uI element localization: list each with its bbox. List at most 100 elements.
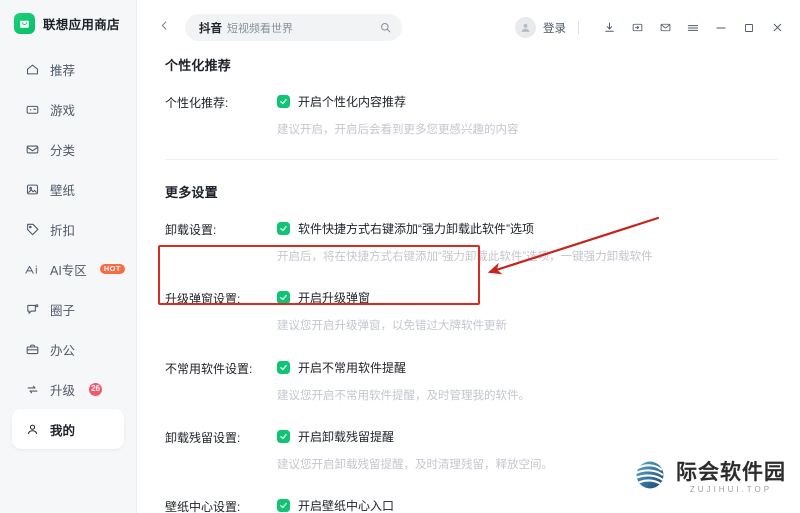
user-icon [24,421,40,437]
sidebar-item-label: 推荐 [50,63,76,78]
section-personalization: 个性化推荐 个性化推荐: 开启个性化内容推荐 建议开启，开启后会看到更多您更感兴… [165,55,800,137]
sidebar: 联想应用商店 推荐 游戏 分类 壁纸 折扣 AI专区 HOT 圈子 办公 升级 … [0,0,137,513]
tag-icon [24,221,40,237]
menu-icon[interactable] [682,17,704,39]
toolbar-divider [578,21,579,34]
settings-content: 个性化推荐 个性化推荐: 开启个性化内容推荐 建议开启，开启后会看到更多您更感兴… [137,55,800,513]
section-title: 更多设置 [165,185,218,200]
avatar[interactable] [515,17,536,38]
search-input[interactable]: 抖音 短视频看世界 [185,14,402,41]
setting-label: 卸载残留设置: [165,431,241,445]
checkbox-upgrade-popup[interactable] [277,291,290,304]
checkbox-line[interactable]: 软件快捷方式右键添加“强力卸载此软件”选项 [277,220,800,237]
download-icon[interactable] [598,17,620,39]
setting-hint: 建议开启，开启后会看到更多您更感兴趣的内容 [277,124,519,136]
sidebar-item-label: 分类 [50,143,76,158]
search-subtitle: 短视频看世界 [227,22,293,35]
home-icon [24,61,40,77]
sidebar-item-label: 我的 [50,423,76,438]
sidebar-item-office[interactable]: 办公 [12,329,124,369]
setting-body: 开启不常用软件提醒 建议您开启不常用软件提醒，及时管理我的软件。 [277,359,800,403]
checkbox-line[interactable]: 开启个性化内容推荐 [277,93,800,110]
close-icon[interactable] [766,17,788,39]
topbar: 抖音 短视频看世界 登录 [137,0,800,55]
checkbox-unused-software[interactable] [277,361,290,374]
setting-row: 壁纸中心设置: 开启壁纸中心入口 壁纸换一换，心情好一半 [165,497,800,513]
setting-label: 壁纸中心设置: [165,500,241,513]
setting-hint: 开启后，将在快捷方式右键添加“强力卸载此软件”选项，一键强力卸载软件 [277,251,653,263]
setting-hint: 建议您开启卸载残留提醒，及时清理残留，释放空间。 [277,459,553,471]
setting-label: 升级弹窗设置: [165,292,241,306]
sidebar-item-label: 圈子 [50,303,76,318]
image-icon [24,181,40,197]
section-more-settings: 更多设置 卸载设置: 软件快捷方式右键添加“强力卸载此软件”选项 开启后，将在快… [165,160,800,513]
setting-body: 开启升级弹窗 建议您开启升级弹窗，以免错过大牌软件更新 [277,289,800,333]
sidebar-item-upgrade[interactable]: 升级 26 [12,369,124,409]
sidebar-item-ai-zone[interactable]: AI专区 HOT [12,249,125,289]
refresh-icon [24,381,40,397]
sidebar-item-label: AI专区 [50,263,87,278]
checkbox-label: 开启卸载残留提醒 [298,430,395,444]
sidebar-item-category[interactable]: 分类 [12,129,124,169]
checkbox-wallpaper-center[interactable] [277,499,290,512]
sidebar-item-label: 办公 [50,343,76,358]
ai-icon [24,261,40,277]
sidebar-nav: 推荐 游戏 分类 壁纸 折扣 AI专区 HOT 圈子 办公 升级 26 我的 [0,49,136,449]
search-icon[interactable] [379,21,392,34]
setting-hint: 建议您开启升级弹窗，以免错过大牌软件更新 [277,320,507,332]
sidebar-item-circle[interactable]: 圈子 [12,289,124,329]
sidebar-item-label: 折扣 [50,223,76,238]
briefcase-icon [24,341,40,357]
chat-bubble-icon [24,301,40,317]
game-controller-icon [24,101,40,117]
topbar-right: 登录 [515,0,788,55]
sidebar-item-wallpaper[interactable]: 壁纸 [12,169,124,209]
feedback-icon[interactable] [626,17,648,39]
sidebar-item-label: 游戏 [50,103,76,118]
search-term: 抖音 [199,22,222,35]
section-title: 个性化推荐 [165,58,232,73]
setting-row-upgrade-popup: 升级弹窗设置: 开启升级弹窗 建议您开启升级弹窗，以免错过大牌软件更新 [165,289,800,333]
setting-label: 个性化推荐: [165,96,229,110]
maximize-icon[interactable] [738,17,760,39]
checkbox-line[interactable]: 开启不常用软件提醒 [277,359,800,376]
setting-label: 不常用软件设置: [165,362,253,376]
sidebar-item-label: 升级 [50,383,76,398]
sidebar-item-recommend[interactable]: 推荐 [12,49,124,89]
minimize-icon[interactable] [710,17,732,39]
checkbox-line[interactable]: 开启卸载残留提醒 [277,428,800,445]
brand: 联想应用商店 [0,0,136,34]
chevron-left-icon [158,19,171,37]
sidebar-item-discount[interactable]: 折扣 [12,209,124,249]
checkbox-uninstall-setting[interactable] [277,222,290,235]
setting-row: 卸载设置: 软件快捷方式右键添加“强力卸载此软件”选项 开启后，将在快捷方式右键… [165,220,800,264]
hot-badge: HOT [99,263,125,275]
sidebar-item-label: 壁纸 [50,183,76,198]
sidebar-item-mine[interactable]: 我的 [12,409,124,449]
checkbox-uninstall-residue[interactable] [277,430,290,443]
setting-row: 卸载残留设置: 开启卸载残留提醒 建议您开启卸载残留提醒，及时清理残留，释放空间… [165,428,800,472]
checkbox-label: 开启升级弹窗 [298,291,371,305]
setting-label: 卸载设置: [165,223,217,237]
category-icon [24,141,40,157]
checkbox-label: 开启不常用软件提醒 [298,361,407,375]
setting-row: 不常用软件设置: 开启不常用软件提醒 建议您开启不常用软件提醒，及时管理我的软件… [165,359,800,403]
login-button[interactable]: 登录 [543,20,566,36]
checkbox-label: 开启个性化内容推荐 [298,95,407,109]
checkbox-line[interactable]: 开启升级弹窗 [277,289,800,306]
setting-body: 软件快捷方式右键添加“强力卸载此软件”选项 开启后，将在快捷方式右键添加“强力卸… [277,220,800,264]
setting-body: 开启个性化内容推荐 建议开启，开启后会看到更多您更感兴趣的内容 [277,93,800,137]
setting-hint: 建议您开启不常用软件提醒，及时管理我的软件。 [277,390,530,402]
sidebar-item-games[interactable]: 游戏 [12,89,124,129]
setting-row: 个性化推荐: 开启个性化内容推荐 建议开启，开启后会看到更多您更感兴趣的内容 [165,93,800,137]
checkbox-label: 软件快捷方式右键添加“强力卸载此软件”选项 [298,222,534,236]
checkbox-label: 开启壁纸中心入口 [298,499,395,513]
checkbox-line[interactable]: 开启壁纸中心入口 [277,497,800,513]
back-button[interactable] [151,15,177,41]
checkbox-personalized-recommend[interactable] [277,95,290,108]
brand-name: 联想应用商店 [43,18,120,32]
app-window: 联想应用商店 推荐 游戏 分类 壁纸 折扣 AI专区 HOT 圈子 办公 升级 … [0,0,800,513]
upgrade-count-badge: 26 [89,382,103,396]
message-icon[interactable] [654,17,676,39]
store-bag-icon [14,13,35,34]
